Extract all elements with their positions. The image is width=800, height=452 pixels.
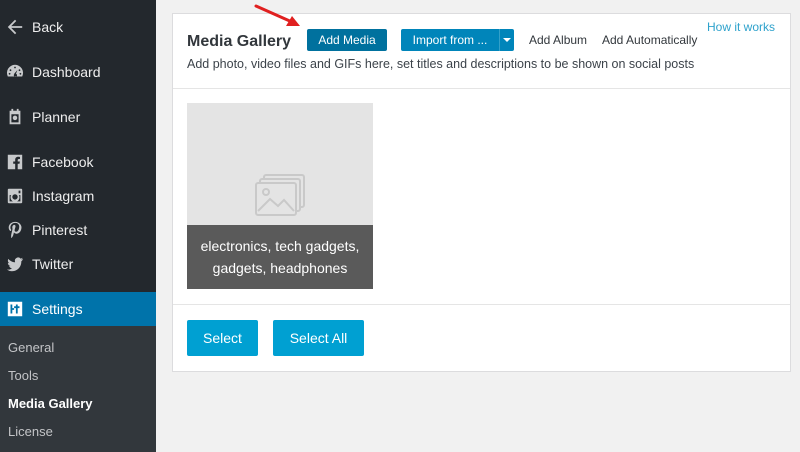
chevron-down-icon [503, 38, 511, 42]
submenu-item-tools[interactable]: Tools [8, 368, 38, 383]
add-album-link[interactable]: Add Album [529, 33, 587, 47]
image-placeholder-icon [255, 174, 305, 216]
instagram-icon [5, 186, 25, 206]
sidebar-item-planner[interactable]: Planner [0, 100, 156, 134]
planner-icon [5, 107, 25, 127]
arrow-left-icon [5, 17, 25, 37]
sidebar-item-label: Instagram [32, 188, 95, 204]
dashboard-icon [5, 62, 25, 82]
sidebar-item-back[interactable]: Back [0, 10, 156, 44]
media-gallery-panel: Media Gallery Add Media Import from ... … [172, 13, 791, 372]
sidebar-item-label: Back [32, 19, 64, 35]
add-media-button[interactable]: Add Media [307, 29, 387, 51]
divider [173, 88, 790, 89]
select-all-button[interactable]: Select All [273, 320, 364, 356]
sidebar-item-dashboard[interactable]: Dashboard [0, 55, 156, 89]
add-automatically-link[interactable]: Add Automatically [602, 33, 697, 47]
submenu-item-license[interactable]: License [8, 424, 53, 439]
media-item[interactable]: electronics, tech gadgets, gadgets, head… [187, 103, 373, 289]
pinterest-icon [5, 220, 25, 240]
settings-submenu: General Tools Media Gallery License [0, 326, 156, 452]
sidebar-item-twitter[interactable]: Twitter [0, 247, 156, 281]
facebook-icon [5, 152, 25, 172]
sidebar-item-label: Twitter [32, 256, 74, 272]
sidebar-item-label: Planner [32, 109, 81, 125]
divider [173, 304, 790, 305]
sidebar-item-instagram[interactable]: Instagram [0, 179, 156, 213]
panel-description: Add photo, video files and GIFs here, se… [187, 57, 695, 71]
sidebar-item-label: Dashboard [32, 64, 101, 80]
admin-sidebar: Back Dashboard Planner Facebook Instagra… [0, 0, 156, 452]
settings-icon [5, 299, 25, 319]
sidebar-item-label: Settings [32, 301, 83, 317]
sidebar-item-facebook[interactable]: Facebook [0, 145, 156, 179]
select-button[interactable]: Select [187, 320, 258, 356]
media-item-caption: electronics, tech gadgets, gadgets, head… [187, 225, 373, 289]
sidebar-item-label: Pinterest [32, 222, 88, 238]
sidebar-item-pinterest[interactable]: Pinterest [0, 213, 156, 247]
sidebar-item-settings[interactable]: Settings [0, 292, 156, 326]
import-from-button[interactable]: Import from ... [401, 29, 499, 51]
submenu-item-media-gallery[interactable]: Media Gallery [8, 396, 93, 411]
import-dropdown-toggle[interactable] [499, 29, 514, 51]
submenu-item-general[interactable]: General [8, 340, 54, 355]
annotation-arrow-icon [254, 4, 300, 26]
sidebar-item-label: Facebook [32, 154, 94, 170]
how-it-works-link[interactable]: How it works [707, 20, 775, 34]
page-title: Media Gallery [187, 33, 292, 50]
twitter-icon [5, 254, 25, 274]
